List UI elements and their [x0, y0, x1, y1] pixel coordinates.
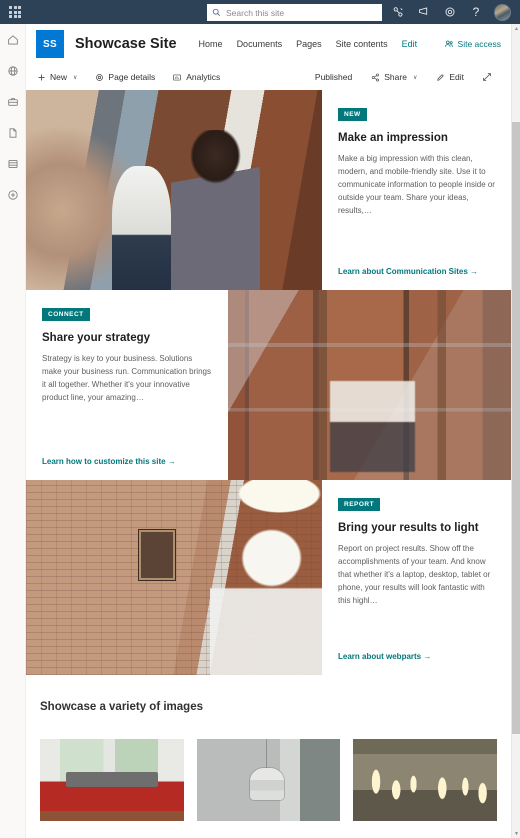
- settings-icon[interactable]: [437, 0, 463, 24]
- hero-photo-2: [228, 290, 511, 480]
- nav-item-home[interactable]: Home: [199, 39, 223, 49]
- page-details-label: Page details: [108, 72, 156, 82]
- avatar: [493, 3, 511, 21]
- feedback-icon[interactable]: [411, 0, 437, 24]
- fullscreen-icon: [482, 72, 492, 82]
- search-icon: [212, 8, 221, 17]
- gallery-row: [40, 739, 498, 821]
- app-launcher-button[interactable]: [0, 0, 30, 24]
- account-avatar-button[interactable]: [489, 0, 515, 24]
- gallery-image-pendant-lamp[interactable]: [196, 739, 341, 821]
- hero-title-2: Share your strategy: [42, 332, 151, 344]
- share-button[interactable]: Share ∨: [361, 72, 426, 82]
- pencil-icon: [435, 72, 445, 82]
- suite-bar: SharePoint Search this site: [0, 0, 520, 24]
- new-button[interactable]: New ∨: [36, 72, 85, 82]
- page-details-button[interactable]: Page details: [94, 72, 163, 82]
- hero-webpart: NEW Make an impression Make a big impres…: [26, 90, 511, 675]
- site-navigation: Home Documents Pages Site contents Edit: [199, 39, 418, 49]
- hero-link-1[interactable]: Learn about Communication Sites →: [338, 267, 478, 276]
- waffle-icon: [9, 6, 21, 18]
- left-rail: [0, 24, 26, 838]
- people-icon: [444, 40, 453, 47]
- gallery-image-lounge-red-sofas[interactable]: [40, 739, 184, 821]
- new-button-label: New: [50, 72, 68, 82]
- chevron-down-icon: ∨: [412, 74, 418, 81]
- gallery-webpart: Showcase a variety of images: [26, 675, 511, 821]
- rail-item-create[interactable]: [4, 186, 22, 204]
- copilot-icon[interactable]: [385, 0, 411, 24]
- share-label: Share: [384, 72, 407, 82]
- command-bar-right: Published Share ∨ Edit: [306, 72, 501, 82]
- command-bar: New ∨ Page details Analytics Published S…: [26, 64, 511, 90]
- suite-actions: ?: [385, 0, 515, 24]
- hero-image-meeting-people[interactable]: [26, 90, 322, 290]
- analytics-label: Analytics: [186, 72, 221, 82]
- scroll-down-button[interactable]: ▼: [512, 829, 520, 838]
- gallery-image-office-hanging-lights[interactable]: [353, 739, 498, 821]
- hero-row-1: NEW Make an impression Make a big impres…: [26, 90, 511, 290]
- hero-description-1: Make a big impression with this clean, m…: [338, 154, 495, 215]
- fullscreen-button[interactable]: [473, 72, 501, 82]
- create-icon: [7, 190, 18, 200]
- edit-button[interactable]: Edit: [426, 72, 473, 82]
- share-icon: [370, 72, 380, 82]
- hero-card-3[interactable]: REPORT Bring your results to light Repor…: [322, 480, 511, 675]
- rail-item-my-sites[interactable]: [4, 93, 22, 111]
- hero-photo-3: [26, 480, 322, 675]
- hero-badge-2: CONNECT: [42, 308, 90, 321]
- hero-title-1: Make an impression: [338, 132, 448, 144]
- analytics-icon: [172, 72, 182, 82]
- search-input[interactable]: Search this site: [207, 4, 382, 21]
- globe-icon: [7, 66, 18, 76]
- list-icon: [8, 159, 17, 169]
- hero-link-2[interactable]: Learn how to customize this site →: [42, 457, 176, 466]
- scroll-thumb[interactable]: [512, 122, 520, 734]
- hero-image-brick-lobby[interactable]: [26, 480, 322, 675]
- hero-row-3: REPORT Bring your results to light Repor…: [26, 480, 511, 675]
- page-icon: [9, 128, 16, 138]
- hero-card-1[interactable]: NEW Make an impression Make a big impres…: [322, 90, 511, 290]
- briefcase-icon: [7, 98, 18, 106]
- gear-icon: [94, 72, 104, 82]
- site-header: SS Showcase Site Home Documents Pages Si…: [26, 24, 511, 64]
- site-access-label: Site access: [457, 39, 501, 49]
- site-title[interactable]: Showcase Site: [75, 36, 177, 52]
- nav-item-site-contents[interactable]: Site contents: [336, 39, 388, 49]
- help-glyph: ?: [472, 5, 480, 19]
- publish-status-label: Published: [314, 72, 353, 82]
- hero-image-glass-conference-room[interactable]: [228, 290, 511, 480]
- page-scrollbar[interactable]: ▲ ▼: [511, 24, 520, 838]
- rail-item-home[interactable]: [4, 31, 22, 49]
- search-placeholder: Search this site: [226, 7, 285, 18]
- page-canvas: SS Showcase Site Home Documents Pages Si…: [26, 24, 511, 838]
- nav-item-documents[interactable]: Documents: [237, 39, 283, 49]
- rail-item-following[interactable]: [4, 62, 22, 80]
- hero-badge-1: NEW: [338, 108, 367, 121]
- site-access-button[interactable]: Site access: [444, 39, 501, 49]
- hero-description-3: Report on project results. Show off the …: [338, 544, 491, 605]
- publish-status: Published: [306, 72, 361, 82]
- hero-row-2: CONNECT Share your strategy Strategy is …: [26, 290, 511, 480]
- site-logo[interactable]: SS: [36, 30, 64, 58]
- hero-title-3: Bring your results to light: [338, 522, 479, 534]
- hero-description-2: Strategy is key to your business. Soluti…: [42, 354, 211, 402]
- plus-icon: [36, 72, 46, 82]
- analytics-button[interactable]: Analytics: [172, 72, 228, 82]
- nav-item-edit[interactable]: Edit: [402, 39, 418, 49]
- rail-item-lists[interactable]: [4, 155, 22, 173]
- edit-label: Edit: [449, 72, 464, 82]
- nav-item-pages[interactable]: Pages: [296, 39, 322, 49]
- gallery-title: Showcase a variety of images: [40, 701, 203, 713]
- hero-link-3[interactable]: Learn about webparts →: [338, 652, 431, 661]
- hero-badge-3: REPORT: [338, 498, 381, 511]
- rail-item-recent[interactable]: [4, 124, 22, 142]
- hero-card-2[interactable]: CONNECT Share your strategy Strategy is …: [26, 290, 228, 480]
- help-icon[interactable]: ?: [463, 0, 489, 24]
- chevron-down-icon: ∨: [73, 74, 78, 81]
- scroll-up-button[interactable]: ▲: [512, 24, 520, 33]
- hero-photo-1: [26, 90, 322, 290]
- sharepoint-page: SharePoint Search this site: [0, 0, 520, 838]
- home-icon: [7, 35, 18, 45]
